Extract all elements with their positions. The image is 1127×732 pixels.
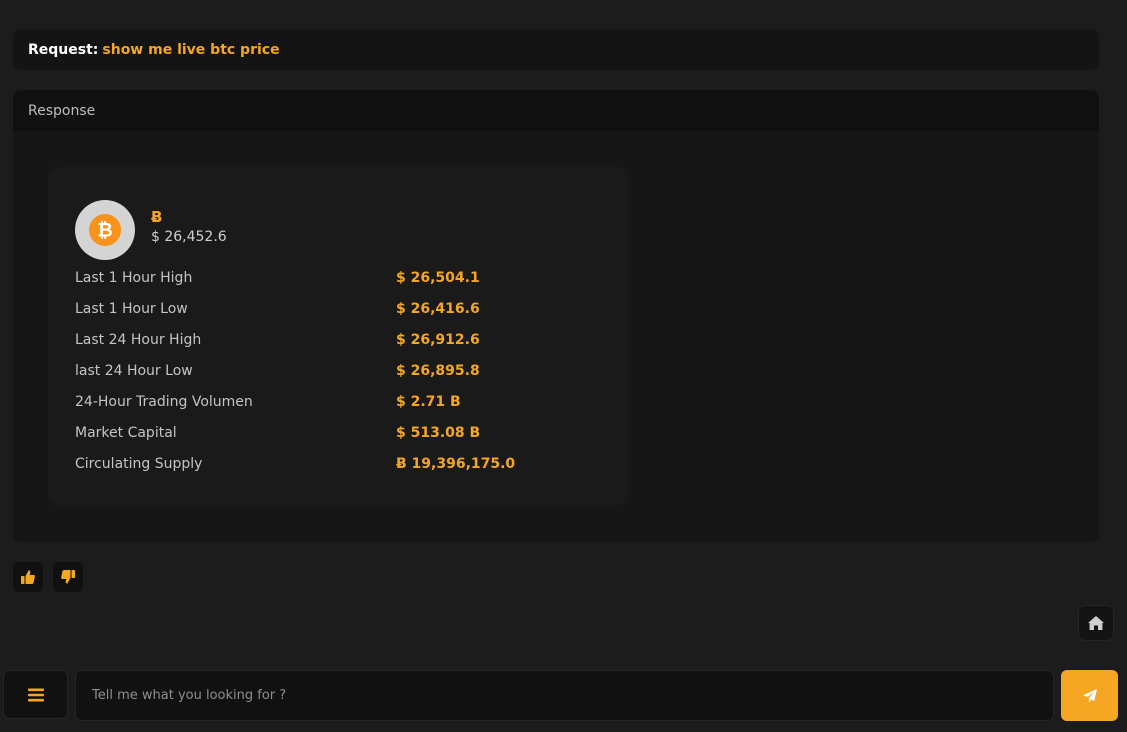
stat-row: Circulating Supply Ƀ 19,396,175.0 (75, 456, 615, 487)
stat-label: Last 1 Hour High (75, 270, 193, 286)
stat-value: $ 26,416.6 (396, 301, 480, 317)
stat-label: last 24 Hour Low (75, 363, 193, 379)
thumbs-up-icon (21, 570, 35, 584)
paper-plane-icon (1082, 688, 1097, 703)
response-header: Response (13, 90, 1099, 131)
request-text: show me live btc price (102, 41, 280, 58)
request-bar: Request: show me live btc price (13, 29, 1099, 70)
response-panel: Response ₿ Ƀ $ 26,452.6 Last 1 Hour High… (13, 90, 1099, 542)
bitcoin-icon: ₿ (89, 214, 121, 246)
stat-value: $ 26,895.8 (396, 363, 480, 379)
stat-value: Ƀ 19,396,175.0 (396, 456, 516, 472)
dislike-button[interactable] (53, 562, 83, 592)
stat-label: Market Capital (75, 425, 177, 441)
stat-row: Market Capital $ 513.08 B (75, 425, 615, 456)
svg-text:₿: ₿ (97, 220, 112, 242)
request-label: Request: (28, 41, 99, 58)
stat-row: Last 1 Hour High $ 26,504.1 (75, 270, 615, 301)
coin-symbol: Ƀ (151, 208, 163, 226)
coin-avatar: ₿ (75, 200, 135, 260)
stat-label: 24-Hour Trading Volumen (75, 394, 253, 410)
stat-row: Last 24 Hour High $ 26,912.6 (75, 332, 615, 363)
menu-button[interactable] (3, 670, 68, 719)
like-button[interactable] (13, 562, 43, 592)
stat-label: Last 24 Hour High (75, 332, 202, 348)
coin-card: ₿ Ƀ $ 26,452.6 Last 1 Hour High $ 26,504… (48, 167, 628, 505)
stat-label: Circulating Supply (75, 456, 203, 472)
stat-label: Last 1 Hour Low (75, 301, 188, 317)
stat-row: 24-Hour Trading Volumen $ 2.71 B (75, 394, 615, 425)
menu-icon (27, 688, 44, 701)
stat-value: $ 2.71 B (396, 394, 461, 410)
stat-value: $ 26,912.6 (396, 332, 480, 348)
coin-price: $ 26,452.6 (151, 229, 227, 245)
thumbs-down-icon (61, 570, 75, 584)
send-button[interactable] (1061, 670, 1118, 721)
home-button[interactable] (1078, 605, 1114, 641)
prompt-input[interactable] (75, 670, 1054, 721)
stat-value: $ 513.08 B (396, 425, 481, 441)
stats-list: Last 1 Hour High $ 26,504.1 Last 1 Hour … (75, 270, 615, 487)
stat-value: $ 26,504.1 (396, 270, 480, 286)
stat-row: Last 1 Hour Low $ 26,416.6 (75, 301, 615, 332)
home-icon (1088, 616, 1104, 630)
stat-row: last 24 Hour Low $ 26,895.8 (75, 363, 615, 394)
